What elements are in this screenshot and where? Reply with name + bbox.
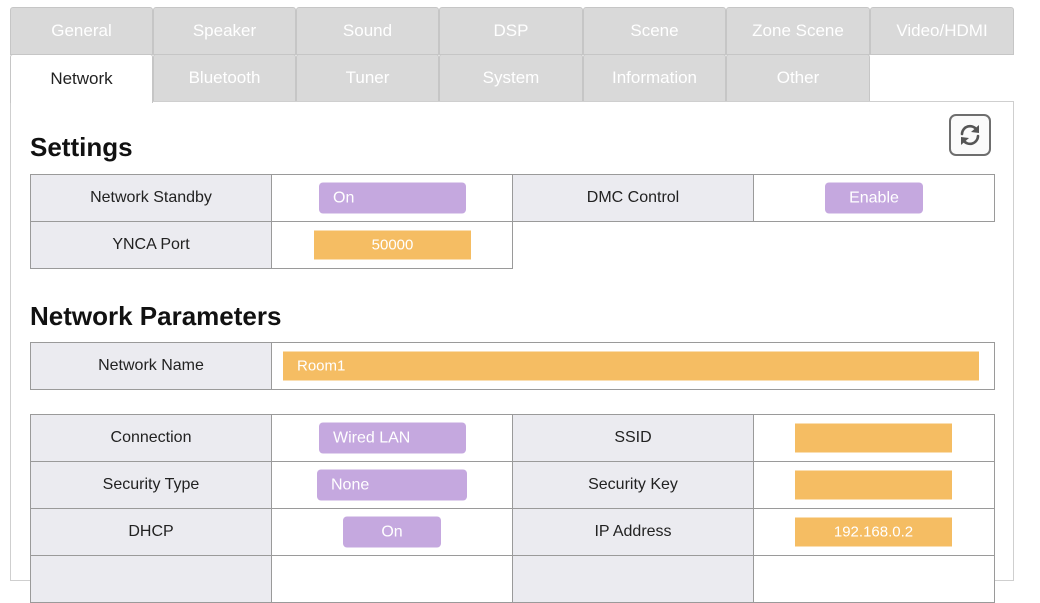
dhcp-label: DHCP (30, 508, 272, 556)
network-params-table: Connection Wired LAN SSID Security Type … (30, 414, 995, 603)
connection-select[interactable]: Wired LAN (319, 422, 466, 454)
network-parameters-heading: Network Parameters (30, 301, 282, 331)
security-type-select[interactable]: None (317, 469, 467, 501)
tab-sound[interactable]: Sound (296, 7, 439, 55)
tab-dsp[interactable]: DSP (439, 7, 583, 55)
dmc-control-label: DMC Control (512, 174, 754, 222)
ssid-label: SSID (512, 414, 754, 462)
ip-address-field[interactable]: 192.168.0.2 (795, 517, 952, 547)
partial-row-label (30, 555, 272, 603)
tab-general[interactable]: General (10, 7, 153, 55)
tab-tuner[interactable]: Tuner (296, 54, 439, 102)
tab-network[interactable]: Network (10, 54, 153, 103)
tab-speaker[interactable]: Speaker (153, 7, 296, 55)
partial-row-label-right (512, 555, 754, 603)
connection-label: Connection (30, 414, 272, 462)
tab-zone-scene[interactable]: Zone Scene (726, 7, 870, 55)
tab-video-hdmi[interactable]: Video/HDMI (870, 7, 1014, 55)
ynca-port-field[interactable]: 50000 (314, 230, 471, 260)
security-key-field[interactable] (795, 470, 952, 500)
network-name-label: Network Name (30, 342, 272, 390)
network-name-table: Network Name Room1 (30, 342, 995, 390)
network-standby-label: Network Standby (30, 174, 272, 222)
tab-bluetooth[interactable]: Bluetooth (153, 54, 296, 102)
refresh-icon (960, 124, 980, 146)
settings-heading: Settings (30, 132, 133, 162)
security-key-label: Security Key (512, 461, 754, 509)
security-type-label: Security Type (30, 461, 272, 509)
tab-other[interactable]: Other (726, 54, 870, 102)
ynca-port-label: YNCA Port (30, 221, 272, 269)
refresh-button[interactable] (949, 114, 991, 156)
tab-information[interactable]: Information (583, 54, 726, 102)
network-name-field[interactable]: Room1 (283, 351, 979, 381)
tab-system[interactable]: System (439, 54, 583, 102)
network-standby-toggle[interactable]: On (319, 182, 466, 214)
dhcp-toggle[interactable]: On (343, 516, 441, 548)
dmc-control-toggle[interactable]: Enable (825, 182, 923, 214)
ip-address-label: IP Address (512, 508, 754, 556)
tab-scene[interactable]: Scene (583, 7, 726, 55)
ssid-field[interactable] (795, 423, 952, 453)
settings-table: Network Standby On DMC Control Enable YN… (30, 174, 995, 269)
